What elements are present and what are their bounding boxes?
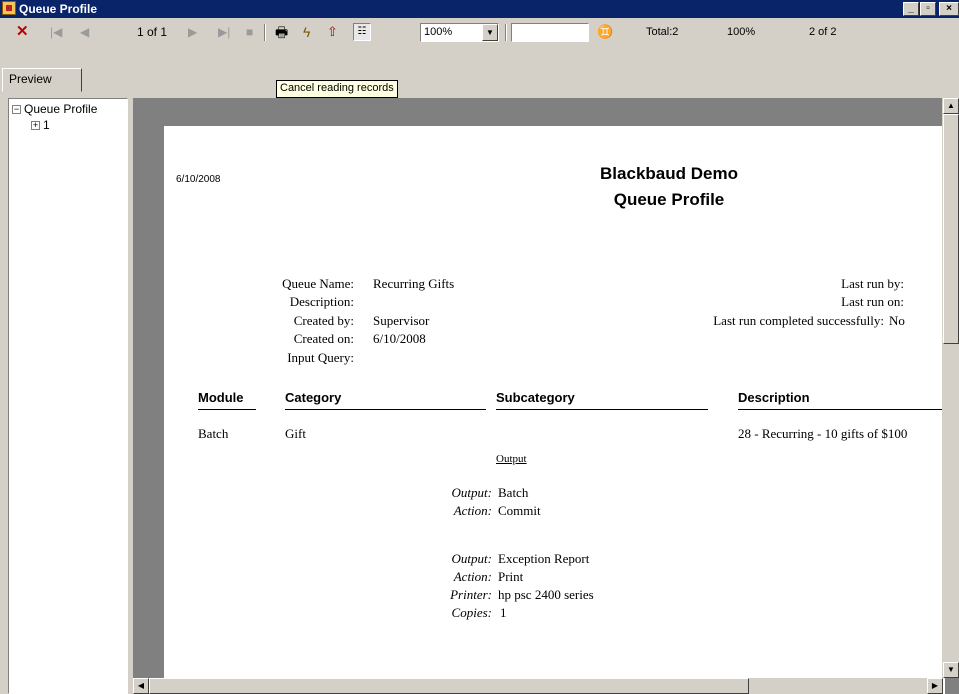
label-description: Description: <box>289 294 354 309</box>
scroll-right-icon[interactable]: ▶ <box>927 678 943 694</box>
copies2-label: Copies: <box>451 605 492 620</box>
stop-icon[interactable]: ■ <box>246 23 253 41</box>
refresh-icon[interactable]: ϟ <box>303 23 310 41</box>
records-read: 2 of 2 <box>809 26 837 38</box>
copies2-value: 1 <box>500 605 507 620</box>
value-created-on: 6/10/2008 <box>373 331 426 346</box>
row-category: Gift <box>285 426 306 441</box>
action2-label: Action: <box>453 569 492 584</box>
print-icon[interactable]: 🖶 <box>275 23 288 41</box>
value-last-run-success: No <box>889 313 905 328</box>
output2-label: Output: <box>451 551 492 566</box>
group-tree: − Queue Profile +1 <box>8 98 128 694</box>
col-description: Description <box>738 390 810 405</box>
collapse-icon[interactable]: − <box>12 105 21 115</box>
tab-preview[interactable]: Preview <box>2 68 82 92</box>
report-org: Blackbaud Demo <box>600 164 738 183</box>
page-indicator: 1 of 1 <box>137 25 168 39</box>
expand-icon[interactable]: + <box>31 121 40 131</box>
scroll-up-icon[interactable]: ▲ <box>943 98 959 114</box>
output-heading: Output <box>496 453 527 465</box>
scroll-left-icon[interactable]: ◀ <box>133 678 149 694</box>
report-page: 6/10/2008 Blackbaud Demo Queue Profile Q… <box>164 126 945 694</box>
label-last-run-by: Last run by: <box>841 276 904 291</box>
title-bar: Queue Profile _ ▫ × <box>0 0 959 18</box>
next-page-icon[interactable]: ▶ <box>188 23 197 41</box>
search-input[interactable] <box>511 23 589 42</box>
label-last-run-on: Last run on: <box>841 294 904 309</box>
binoculars-icon[interactable]: ♊ <box>597 23 613 41</box>
output1-value: Batch <box>498 485 529 500</box>
row-description: 28 - Recurring - 10 gifts of $100 <box>738 426 908 441</box>
label-created-by: Created by: <box>293 313 354 328</box>
app-icon <box>2 1 16 15</box>
scroll-down-icon[interactable]: ▼ <box>943 662 959 678</box>
printer2-label: Printer: <box>450 587 492 602</box>
vertical-scroll-thumb[interactable] <box>943 114 959 344</box>
tree-child-label: 1 <box>43 118 50 132</box>
preview-toolbar: ✕ |◀ ◀ 1 of 1 ▶ ▶| ■ 🖶 ϟ ⇧ ☷ 100% ▼ ♊ To… <box>0 18 959 46</box>
row-module: Batch <box>198 426 229 441</box>
value-created-by: Supervisor <box>373 313 430 328</box>
label-last-run-success: Last run completed successfully: <box>713 313 884 328</box>
maximize-button[interactable]: ▫ <box>920 2 936 16</box>
action1-label: Action: <box>453 503 492 518</box>
printer2-value: hp psc 2400 series <box>498 587 594 602</box>
window-title: Queue Profile <box>19 2 98 16</box>
tree-node-child[interactable]: +1 <box>31 118 50 132</box>
zoom-value: 100% <box>424 26 453 38</box>
group-tree-icon[interactable]: ☷ <box>353 23 371 41</box>
tree-root-label: Queue Profile <box>24 102 98 116</box>
report-date: 6/10/2008 <box>176 174 221 185</box>
label-queue-name: Queue Name: <box>282 276 354 291</box>
label-input-query: Input Query: <box>287 350 354 365</box>
horizontal-scrollbar[interactable]: ◀ ▶ <box>133 678 943 694</box>
output2-value: Exception Report <box>498 551 590 566</box>
col-module: Module <box>198 390 244 405</box>
label-created-on: Created on: <box>293 331 354 346</box>
last-page-icon[interactable]: ▶| <box>218 23 230 41</box>
zoom-select[interactable]: 100% ▼ <box>420 23 499 42</box>
output1-label: Output: <box>451 485 492 500</box>
minimize-button[interactable]: _ <box>903 2 919 16</box>
action2-value: Print <box>498 569 524 584</box>
first-page-icon[interactable]: |◀ <box>50 23 62 41</box>
close-button[interactable]: × <box>939 2 959 16</box>
cancel-icon[interactable]: ✕ <box>16 23 29 41</box>
previous-page-icon[interactable]: ◀ <box>80 23 89 41</box>
report-viewer: 6/10/2008 Blackbaud Demo Queue Profile Q… <box>133 98 959 694</box>
total-records: Total:2 <box>646 26 679 38</box>
value-queue-name: Recurring Gifts <box>373 276 455 291</box>
report-title: Queue Profile <box>613 190 725 209</box>
export-icon[interactable]: ⇧ <box>327 23 338 41</box>
col-subcategory: Subcategory <box>496 390 575 405</box>
tab-row: Preview <box>0 46 959 98</box>
vertical-scrollbar[interactable]: ▲ ▼ <box>942 98 959 678</box>
percent-read: 100% <box>727 26 756 38</box>
horizontal-scroll-thumb[interactable] <box>149 678 749 694</box>
tree-node-root[interactable]: − Queue Profile <box>12 102 97 116</box>
chevron-down-icon[interactable]: ▼ <box>482 24 498 41</box>
action1-value: Commit <box>498 503 541 518</box>
tooltip: Cancel reading records <box>276 80 398 98</box>
col-category: Category <box>285 390 342 405</box>
